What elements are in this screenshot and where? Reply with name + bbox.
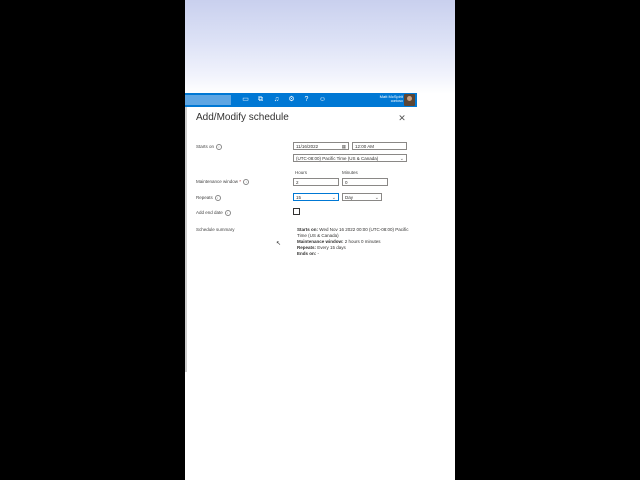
avatar[interactable] xyxy=(404,94,415,106)
portal-topbar: ▭ ⧉ ♫ ⚙ ? ☺ Matt McSpirit contoso xyxy=(185,93,417,107)
starts-on-label: Starts on i xyxy=(196,144,223,150)
hours-header: Hours xyxy=(295,170,308,175)
panel-divider xyxy=(185,107,187,372)
repeats-unit-select[interactable]: Day ⌄ xyxy=(342,193,382,201)
info-icon[interactable]: i xyxy=(214,195,221,201)
bell-icon[interactable]: ♫ xyxy=(272,95,281,105)
summary-starts-on: Starts on: Wed Nov 16 2022 00:00 (UTC-08… xyxy=(297,227,409,238)
timezone-select[interactable]: (UTC-08:00) Pacific Time (US & Canada) ⌄ xyxy=(293,154,407,162)
summary-ends-on: Ends on: - xyxy=(297,251,320,256)
info-icon[interactable]: i xyxy=(224,210,231,216)
app-frame: ▭ ⧉ ♫ ⚙ ? ☺ Matt McSpirit contoso Add/Mo… xyxy=(185,0,455,480)
calendar-icon[interactable]: ▦ xyxy=(342,143,346,149)
directory-icon[interactable]: ⧉ xyxy=(256,95,265,105)
terminal-icon[interactable]: ▭ xyxy=(241,95,250,105)
gear-icon[interactable]: ⚙ xyxy=(287,95,296,105)
schedule-summary-label: Schedule summary xyxy=(196,227,235,232)
required-mark: * xyxy=(239,179,242,185)
mouse-cursor-icon: ↖ xyxy=(276,241,282,247)
background-gradient xyxy=(185,0,455,94)
hours-input[interactable]: 2 xyxy=(293,178,339,186)
user-tenant: contoso xyxy=(390,99,403,103)
chevron-down-icon: ⌄ xyxy=(399,156,404,162)
start-date-field[interactable]: 11/16/2022 ▦ xyxy=(293,142,349,150)
help-icon[interactable]: ? xyxy=(302,95,311,105)
add-end-date-label: Add end date i xyxy=(196,210,231,216)
repeats-label: Repeats i xyxy=(196,195,221,201)
info-icon[interactable]: i xyxy=(243,179,250,185)
feedback-icon[interactable]: ☺ xyxy=(318,95,327,105)
close-icon[interactable]: ✕ xyxy=(397,113,407,123)
dialog-title: Add/Modify schedule xyxy=(196,112,289,123)
start-time-field[interactable]: 12:00 AM xyxy=(352,142,407,150)
schedule-summary: Starts on: Wed Nov 16 2022 00:00 (UTC-08… xyxy=(297,227,412,257)
end-date-checkbox[interactable] xyxy=(293,208,300,215)
minutes-input[interactable]: 0 xyxy=(342,178,388,186)
user-info[interactable]: Matt McSpirit contoso xyxy=(380,94,403,104)
info-icon[interactable]: i xyxy=(216,144,223,150)
search-box[interactable] xyxy=(185,95,231,105)
chevron-down-icon: ⌄ xyxy=(374,195,379,201)
chevron-down-icon: ⌄ xyxy=(331,195,336,201)
maintenance-window-label: Maintenance window * i xyxy=(196,179,250,185)
minutes-header: Minutes xyxy=(342,170,358,175)
repeats-count-input[interactable]: 15 ⌄ xyxy=(293,193,339,201)
